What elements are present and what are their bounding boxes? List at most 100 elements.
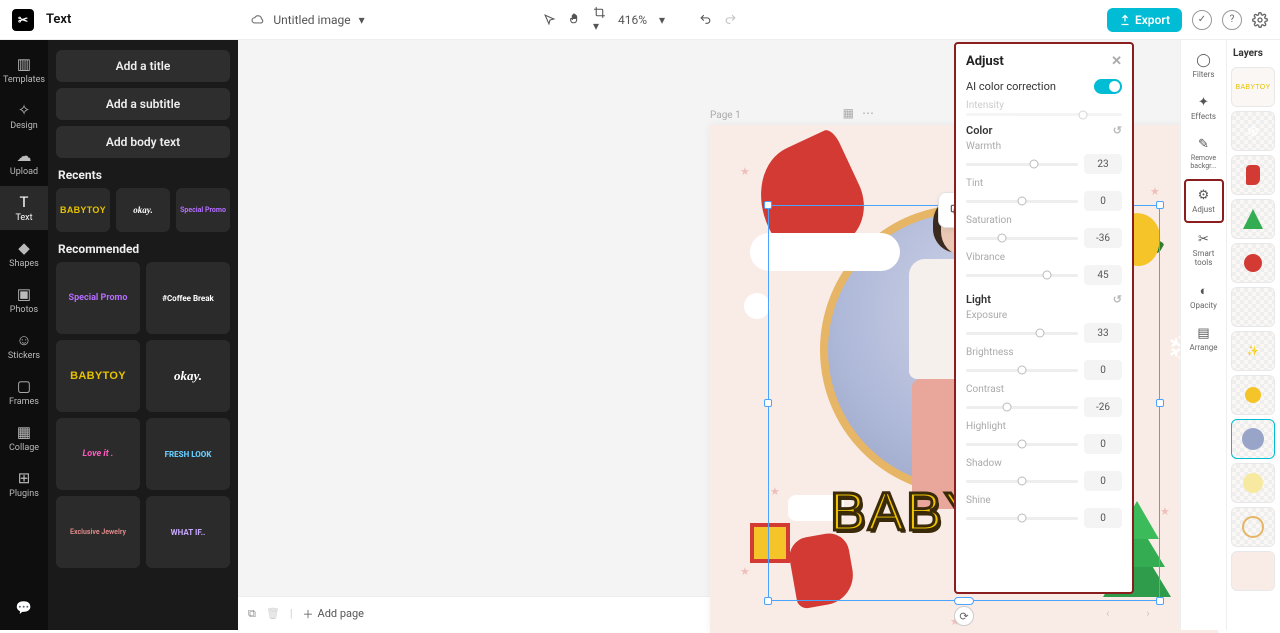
recent-thumb[interactable]: okay. — [116, 188, 170, 232]
add-subtitle-button[interactable]: Add a subtitle — [56, 88, 230, 120]
arrange-button[interactable]: ▤Arrange — [1184, 319, 1224, 359]
rail-shapes[interactable]: ◆Shapes — [0, 232, 48, 276]
rail-label: Photos — [10, 305, 38, 315]
prev-page-icon[interactable]: ‹ — [1106, 607, 1109, 620]
layer-thumb[interactable]: ✨ — [1231, 331, 1275, 371]
resize-handle[interactable] — [764, 597, 772, 605]
recommended-thumb[interactable]: Love it . — [56, 418, 140, 490]
warmth-slider[interactable] — [966, 163, 1078, 166]
reset-light-icon[interactable]: ↺ — [1113, 293, 1122, 306]
rail-frames[interactable]: ▢Frames — [0, 370, 48, 414]
recommended-thumb[interactable]: BABYTOY — [56, 340, 140, 412]
add-title-button[interactable]: Add a title — [56, 50, 230, 82]
layer-thumb[interactable] — [1231, 375, 1275, 415]
app-logo[interactable]: ✂ — [12, 9, 34, 31]
recent-thumb[interactable]: Special Promo — [176, 188, 230, 232]
shadow-slider[interactable] — [966, 480, 1078, 483]
layer-thumb[interactable]: BABYTOY — [1231, 67, 1275, 107]
resize-handle[interactable] — [764, 201, 772, 209]
smart-tools-button[interactable]: ✂Smart tools — [1184, 225, 1224, 274]
saturation-value[interactable]: -36 — [1084, 228, 1122, 248]
brightness-value[interactable]: 0 — [1084, 360, 1122, 380]
recent-thumb[interactable]: BABYTOY — [56, 188, 110, 232]
warmth-value[interactable]: 23 — [1084, 154, 1122, 174]
reset-color-icon[interactable]: ↺ — [1113, 124, 1122, 137]
layer-thumb[interactable]: ❄ — [1231, 111, 1275, 151]
tint-value[interactable]: 0 — [1084, 191, 1122, 211]
vibrance-slider[interactable] — [966, 274, 1078, 277]
help-icon[interactable]: ? — [1222, 10, 1242, 30]
recommended-thumb[interactable]: FRESH LOOK — [146, 418, 230, 490]
contrast-value[interactable]: -26 — [1084, 397, 1122, 417]
shine-slider[interactable] — [966, 517, 1078, 520]
recommended-thumb[interactable]: okay. — [146, 340, 230, 412]
zoom-level[interactable]: 416% — [618, 13, 647, 27]
add-page-button[interactable]: ＋ Add page — [303, 606, 364, 622]
vibrance-value[interactable]: 45 — [1084, 265, 1122, 285]
add-body-text-button[interactable]: Add body text — [56, 126, 230, 158]
remove-bg-button[interactable]: ✎Remove backgr... — [1184, 130, 1224, 177]
rail-upload[interactable]: ☁Upload — [0, 140, 48, 184]
exposure-slider[interactable] — [966, 332, 1078, 335]
brightness-slider[interactable] — [966, 369, 1078, 372]
document-title-group[interactable]: Untitled image ▾ — [251, 13, 364, 27]
crop-tool-icon[interactable]: ▾ — [593, 6, 606, 33]
adjust-button[interactable]: ⚙Adjust — [1184, 179, 1224, 223]
layer-thumb[interactable] — [1231, 507, 1275, 547]
rail-design[interactable]: ✧Design — [0, 94, 48, 138]
rail-stickers[interactable]: ☺Stickers — [0, 324, 48, 368]
layer-thumb[interactable] — [1231, 243, 1275, 283]
rail-text[interactable]: TText — [0, 186, 48, 230]
recommended-thumb[interactable]: Special Promo — [56, 262, 140, 334]
rail-templates[interactable]: ▥Templates — [0, 48, 48, 92]
rail-collage[interactable]: ▦Collage — [0, 416, 48, 460]
undo-icon[interactable] — [699, 13, 712, 26]
filters-button[interactable]: ◯Filters — [1184, 46, 1224, 86]
rail-chat-icon[interactable]: 💬 — [16, 601, 32, 630]
resize-handle[interactable] — [1156, 597, 1164, 605]
layer-thumb[interactable] — [1231, 199, 1275, 239]
rail-label: Design — [10, 121, 38, 131]
resize-handle[interactable] — [764, 399, 772, 407]
close-icon[interactable]: ✕ — [1111, 54, 1122, 69]
tint-slider[interactable] — [966, 200, 1078, 203]
cursor-tool-icon[interactable] — [543, 13, 556, 26]
contrast-slider[interactable] — [966, 406, 1078, 409]
resize-handle[interactable] — [1156, 201, 1164, 209]
saturation-slider[interactable] — [966, 237, 1078, 240]
ai-color-correction-toggle[interactable] — [1094, 79, 1122, 94]
hand-tool-icon[interactable] — [568, 13, 581, 26]
rail-plugins[interactable]: ⊞Plugins — [0, 462, 48, 506]
rotate-handle[interactable]: ⟳ — [954, 606, 974, 626]
layer-thumb[interactable] — [1231, 287, 1275, 327]
recommended-thumb[interactable]: #Coffee Break — [146, 262, 230, 334]
redo-icon[interactable] — [724, 13, 737, 26]
layer-thumb[interactable] — [1231, 155, 1275, 195]
effects-button[interactable]: ✦Effects — [1184, 88, 1224, 128]
export-button[interactable]: Export — [1107, 8, 1182, 32]
shadow-value[interactable]: 0 — [1084, 471, 1122, 491]
delete-page-icon[interactable]: 🗑 — [266, 607, 280, 620]
next-page-icon[interactable]: › — [1146, 607, 1149, 620]
highlight-slider[interactable] — [966, 443, 1078, 446]
resize-handle[interactable] — [1156, 399, 1164, 407]
thumb-label: BABYTOY — [60, 205, 106, 215]
layer-thumb[interactable] — [1231, 463, 1275, 503]
highlight-value[interactable]: 0 — [1084, 434, 1122, 454]
layer-thumb[interactable] — [1231, 551, 1275, 591]
shield-icon[interactable]: ✓ — [1192, 10, 1212, 30]
rail-photos[interactable]: ▣Photos — [0, 278, 48, 322]
recommended-thumb[interactable]: Exclusive Jewelry — [56, 496, 140, 568]
gear-icon[interactable] — [1252, 12, 1268, 28]
opacity-button[interactable]: ◐Opacity — [1184, 276, 1224, 317]
grid-toggle-icon[interactable]: ▦ — [843, 106, 854, 120]
shine-value[interactable]: 0 — [1084, 508, 1122, 528]
chevron-down-icon[interactable]: ▾ — [659, 13, 665, 27]
recommended-thumb[interactable]: WHAT IF.. — [146, 496, 230, 568]
intensity-slider[interactable] — [966, 113, 1122, 116]
page-more-icon[interactable]: ⋯ — [862, 106, 874, 120]
duplicate-page-icon[interactable]: ⧉ — [248, 607, 256, 621]
resize-handle[interactable] — [954, 597, 974, 605]
exposure-value[interactable]: 33 — [1084, 323, 1122, 343]
layer-thumb[interactable] — [1231, 419, 1275, 459]
